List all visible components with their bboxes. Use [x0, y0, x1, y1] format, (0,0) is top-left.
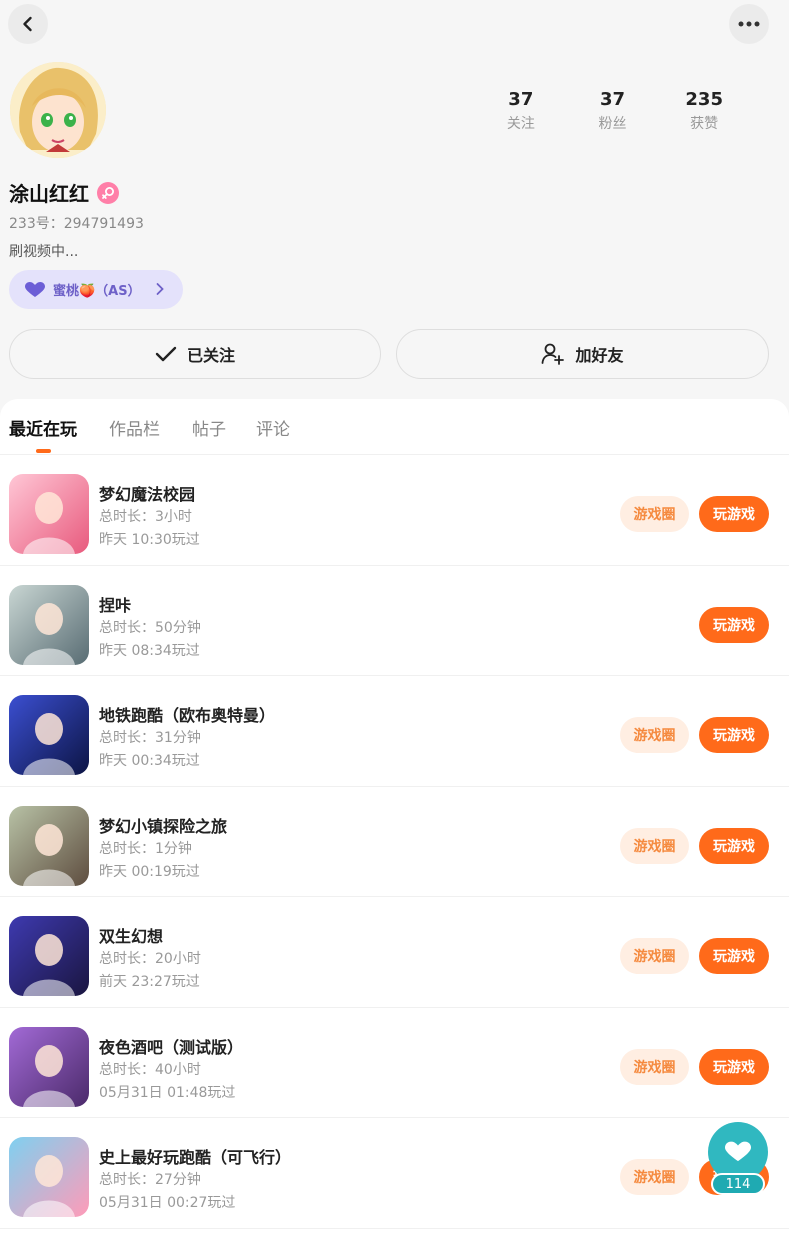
stat-number: 37	[508, 89, 534, 110]
followed-button[interactable]: 已关注	[9, 329, 381, 379]
tab-recently-played[interactable]: 最近在玩	[9, 415, 77, 440]
game-icon[interactable]	[9, 805, 89, 886]
stat-following[interactable]: 37 关注	[475, 88, 567, 134]
game-row[interactable]: 捏咔总时长：50分钟 昨天 08:34玩过 玩游戏	[0, 566, 789, 676]
game-duration: 总时长：50分钟	[99, 619, 201, 636]
game-row[interactable]: 双生幻想总时长：20小时 前天 23:27玩过 游戏圈 玩游戏	[0, 897, 789, 1008]
chevron-right-icon	[156, 283, 164, 295]
game-duration: 总时长：40小时	[99, 1061, 201, 1078]
top-bar	[0, 0, 789, 48]
game-title: 梦幻小镇探险之旅	[99, 816, 228, 836]
game-duration: 总时长：31分钟	[99, 730, 201, 746]
stat-label: 获赞	[690, 116, 719, 132]
game-icon[interactable]	[9, 1137, 89, 1217]
game-icon[interactable]	[9, 916, 89, 996]
female-gender-icon	[97, 181, 119, 204]
play-game-button[interactable]: 玩游戏	[699, 717, 769, 753]
play-game-button[interactable]: 玩游戏	[699, 496, 769, 532]
game-row[interactable]: 史上最好玩跑酷（可飞行）总时长：27分钟05月31日 00:27玩过游戏圈玩游戏	[0, 1118, 789, 1229]
followed-label: 已关注	[186, 346, 235, 365]
active-tab-indicator	[36, 449, 51, 453]
checkmark-icon	[155, 346, 177, 362]
game-duration: 总时长：20小时	[99, 951, 201, 967]
game-icon[interactable]	[9, 695, 89, 775]
stat-fans[interactable]: 37 粉丝	[567, 88, 659, 134]
game-row[interactable]: 梦幻小镇探险之旅 总时长：1分钟 昨天 00:19玩过 游戏圈 玩游戏	[0, 787, 789, 897]
game-icon[interactable]	[9, 584, 89, 665]
game-row[interactable]: 梦幻魔法校园 总时长：3小时 昨天 10:30玩过 游戏圈 玩游戏	[0, 455, 789, 566]
user-name: 涂山红红	[9, 182, 89, 206]
game-row[interactable]: 夜色酒吧（测试版） 总时长：40小时 05月31日 01:48玩过 游戏圈 玩游戏	[0, 1008, 789, 1118]
heart-icon	[725, 1141, 751, 1162]
play-game-button[interactable]: 玩游戏	[699, 606, 769, 643]
game-last-played: 05月31日 01:48玩过	[99, 1084, 236, 1101]
play-game-button[interactable]: 玩游戏	[699, 938, 769, 974]
game-last-played: 05月31日 00:27玩过	[99, 1195, 236, 1211]
game-icon[interactable]	[9, 474, 89, 554]
play-game-button[interactable]: 玩游戏	[699, 827, 769, 864]
user-id: 233号：294791493	[9, 216, 144, 232]
tab-posts[interactable]: 帖子	[192, 415, 226, 440]
game-circle-button[interactable]: 游戏圈	[620, 717, 689, 753]
profile-stats: 37 关注 37 粉丝 235 获赞	[475, 88, 750, 134]
ellipsis-icon	[738, 21, 760, 27]
play-game-button[interactable]: 玩游戏	[699, 1048, 769, 1085]
game-circle-button[interactable]: 游戏圈	[620, 496, 689, 532]
game-duration: 总时长：1分钟	[99, 840, 192, 857]
tab-comments[interactable]: 评论	[256, 415, 290, 440]
avatar[interactable]	[10, 62, 106, 158]
more-button[interactable]	[729, 4, 769, 44]
profile-tabs: 最近在玩 作品栏 帖子 评论	[0, 399, 789, 455]
game-last-played: 昨天 00:19玩过	[99, 863, 200, 880]
stat-label: 关注	[506, 116, 535, 132]
like-count-badge: 114	[711, 1173, 765, 1195]
tab-works[interactable]: 作品栏	[109, 415, 160, 440]
game-last-played: 昨天 10:30玩过	[99, 532, 200, 548]
add-user-icon	[542, 343, 565, 365]
stat-likes[interactable]: 235 获赞	[658, 88, 750, 134]
fan-club-label: 蜜桃🍑（AS）	[53, 284, 141, 299]
stat-number: 37	[599, 89, 626, 110]
stat-label: 粉丝	[598, 116, 627, 132]
game-last-played: 昨天 00:34玩过	[99, 753, 200, 769]
game-icon[interactable]	[9, 1026, 89, 1107]
game-last-played: 前天 23:27玩过	[99, 974, 200, 990]
game-circle-button[interactable]: 游戏圈	[620, 1048, 689, 1085]
game-row[interactable]: 地铁跑酷（欧布奥特曼） 总时长：31分钟 昨天 00:34玩过 游戏圈 玩游戏	[0, 676, 789, 787]
chevron-left-icon	[23, 16, 32, 32]
fan-club-tag[interactable]: 蜜桃🍑（AS）	[9, 270, 183, 309]
content-card: 最近在玩 作品栏 帖子 评论 梦幻魔法校园 总时长：3小时 昨天 10:30玩过游戏…	[0, 399, 789, 1246]
game-title: 史上最好玩跑酷（可飞行）	[99, 1148, 292, 1167]
game-title: 梦幻魔法校园	[99, 485, 196, 504]
user-bio: 刷视频中...	[9, 244, 79, 260]
heart-icon	[25, 281, 45, 297]
game-list: 梦幻魔法校园 总时长：3小时 昨天 10:30玩过 游戏圈 玩游戏 捏咔 总时长：50分钟昨…	[0, 455, 789, 1229]
game-duration: 总时长：27分钟	[99, 1172, 201, 1188]
game-circle-button[interactable]: 游戏圈	[620, 827, 689, 864]
back-button[interactable]	[8, 4, 48, 44]
name-row: 涂山红红	[9, 178, 119, 207]
add-friend-button[interactable]: 加好友	[396, 329, 769, 379]
game-title: 夜色酒吧（测试版）	[99, 1037, 244, 1057]
game-last-played: 昨天 08:34玩过	[99, 642, 200, 659]
game-duration: 总时长：3小时	[99, 509, 192, 525]
game-circle-button[interactable]: 游戏圈	[620, 938, 689, 974]
stat-number: 235	[685, 89, 723, 110]
game-title: 捏咔	[99, 595, 132, 615]
game-circle-button[interactable]: 游戏圈	[620, 1159, 689, 1195]
game-title: 双生幻想	[99, 927, 164, 946]
game-title: 地铁跑酷（欧布奥特曼）	[99, 706, 276, 725]
add-friend-label: 加好友	[575, 346, 624, 365]
